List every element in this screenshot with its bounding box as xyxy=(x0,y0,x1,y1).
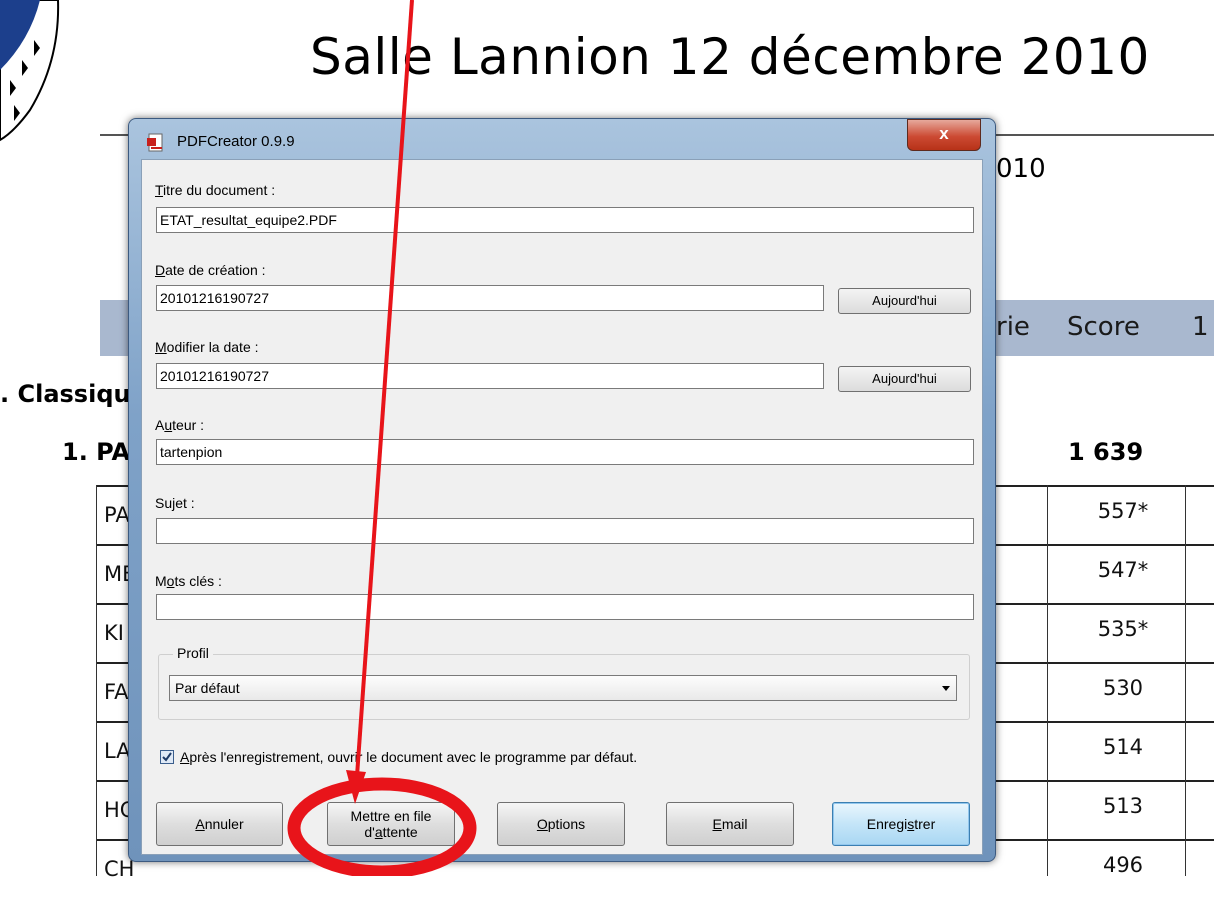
header-extra: 1 xyxy=(1192,312,1209,342)
cancel-button[interactable]: Annuler xyxy=(156,802,283,846)
checkmark-icon xyxy=(162,752,172,762)
player-score: 496 xyxy=(1102,853,1144,877)
modify-date-today-button[interactable]: Aujourd'hui xyxy=(838,366,971,392)
doc-title-label: Titre du document : xyxy=(155,182,276,198)
dialog-body: Titre du document : ETAT_resultat_equipe… xyxy=(141,159,983,855)
document-title: Salle Lannion 12 décembre 2010 xyxy=(310,28,1150,86)
open-after-save-checkbox[interactable] xyxy=(160,750,174,764)
player-score: 513 xyxy=(1102,794,1144,818)
header-score: Score xyxy=(1067,312,1140,342)
profile-selected-value: Par défaut xyxy=(175,680,240,696)
modify-date-input[interactable]: 20101216190727 xyxy=(156,363,824,389)
table-border xyxy=(1185,485,1186,876)
player-score: 535* xyxy=(1097,617,1149,641)
dialog-title: PDFCreator 0.9.9 xyxy=(177,133,295,150)
profile-select[interactable]: Par défaut xyxy=(169,675,957,701)
subject-input[interactable] xyxy=(156,518,974,544)
creation-date-input[interactable]: 20101216190727 xyxy=(156,285,824,311)
author-input[interactable]: tartenpion xyxy=(156,439,974,465)
dropdown-arrow-icon xyxy=(942,686,950,691)
player-score: 530 xyxy=(1102,676,1144,700)
doc-title-input[interactable]: ETAT_resultat_equipe2.PDF xyxy=(156,207,974,233)
options-button[interactable]: Options xyxy=(497,802,625,846)
email-button[interactable]: Email xyxy=(666,802,794,846)
open-after-save-label[interactable]: Après l'enregistrement, ouvrir le docume… xyxy=(180,749,637,765)
document-date-fragment: 010 xyxy=(996,154,1046,184)
author-label: Auteur : xyxy=(155,417,205,433)
team-score: 1 639 xyxy=(1068,438,1144,466)
creation-date-label: Date de création : xyxy=(155,262,266,278)
profile-group-label: Profil xyxy=(173,645,213,661)
close-button[interactable]: x xyxy=(907,119,981,151)
keywords-label: Mots clés : xyxy=(155,573,222,589)
pdfcreator-dialog: PDFCreator 0.9.9 x Titre du document : E… xyxy=(128,118,996,862)
player-score: 514 xyxy=(1102,735,1144,759)
section-heading: . Classiqu xyxy=(0,380,131,408)
player-score: 557* xyxy=(1097,499,1149,523)
player-name: CH xyxy=(104,857,135,881)
creation-date-today-button[interactable]: Aujourd'hui xyxy=(838,288,971,314)
table-border xyxy=(1047,485,1048,876)
pdfcreator-icon xyxy=(147,133,165,153)
modify-date-label: Modifier la date : xyxy=(155,339,259,355)
table-border xyxy=(96,485,97,876)
subject-label: Sujet : xyxy=(155,495,195,511)
player-name: FA xyxy=(104,680,129,704)
player-score: 547* xyxy=(1097,558,1149,582)
profile-group: Profil Par défaut xyxy=(158,645,970,720)
team-label: 1. PA xyxy=(62,438,131,466)
save-button[interactable]: Enregistrer xyxy=(832,802,970,846)
logo xyxy=(0,0,62,150)
header-categorie: rie xyxy=(996,312,1030,342)
player-name: LA xyxy=(104,739,131,763)
queue-button[interactable]: Mettre en file d'attente xyxy=(327,802,455,846)
section-name: Classiqu xyxy=(17,380,131,408)
player-name: KI xyxy=(104,621,124,645)
player-name: PA xyxy=(104,503,130,527)
keywords-input[interactable] xyxy=(156,594,974,620)
